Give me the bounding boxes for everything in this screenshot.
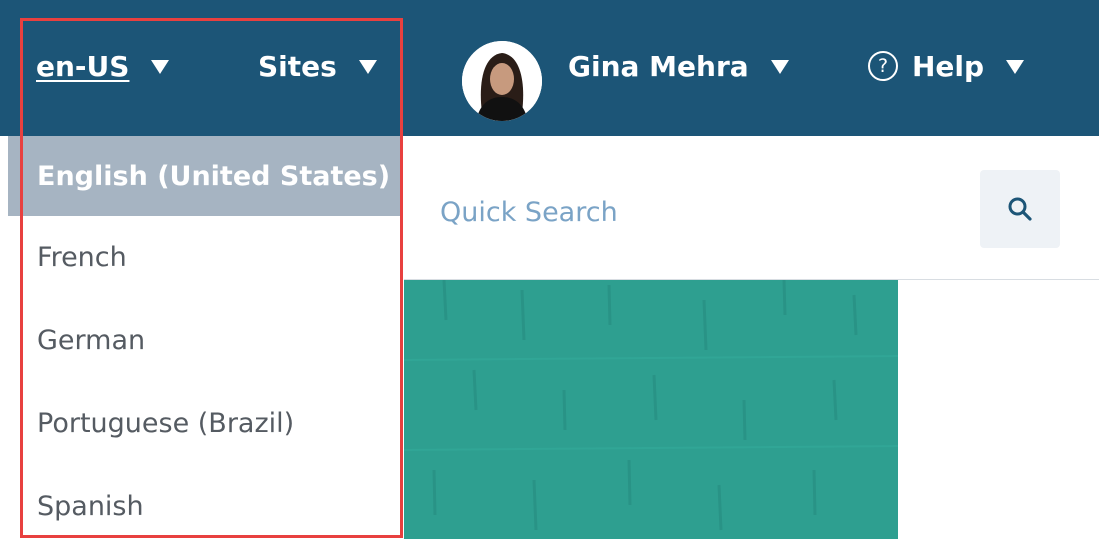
quick-search-input[interactable] [440, 192, 940, 232]
language-menu[interactable]: en-US [36, 36, 170, 96]
language-dropdown: English (United States) French German Po… [8, 136, 402, 539]
language-option-german[interactable]: German [8, 299, 402, 382]
language-option-spanish[interactable]: Spanish [8, 465, 402, 548]
help-menu[interactable]: ? Help [868, 36, 1025, 96]
avatar[interactable] [462, 41, 542, 121]
caret-down-icon [770, 60, 789, 74]
sites-menu[interactable]: Sites [258, 36, 377, 96]
user-menu[interactable]: Gina Mehra [568, 36, 789, 96]
language-option-portuguese-brazil[interactable]: Portuguese (Brazil) [8, 382, 402, 465]
caret-down-icon [151, 60, 170, 74]
language-label: en-US [36, 49, 130, 83]
caret-down-icon [1006, 60, 1025, 74]
caret-down-icon [358, 60, 377, 74]
language-option-french[interactable]: French [8, 216, 402, 299]
user-name: Gina Mehra [568, 49, 749, 83]
language-option-english-us[interactable]: English (United States) [8, 136, 402, 216]
search-icon [1008, 197, 1032, 221]
search-button[interactable] [980, 170, 1060, 248]
help-circle-icon: ? [868, 51, 898, 81]
banner-image [404, 280, 898, 539]
help-label: Help [912, 49, 985, 83]
avatar-photo [462, 41, 542, 121]
banner-texture [404, 280, 898, 531]
sites-label: Sites [258, 49, 337, 83]
top-navigation-bar: en-US Sites Gina Mehra ? Help [0, 0, 1099, 136]
